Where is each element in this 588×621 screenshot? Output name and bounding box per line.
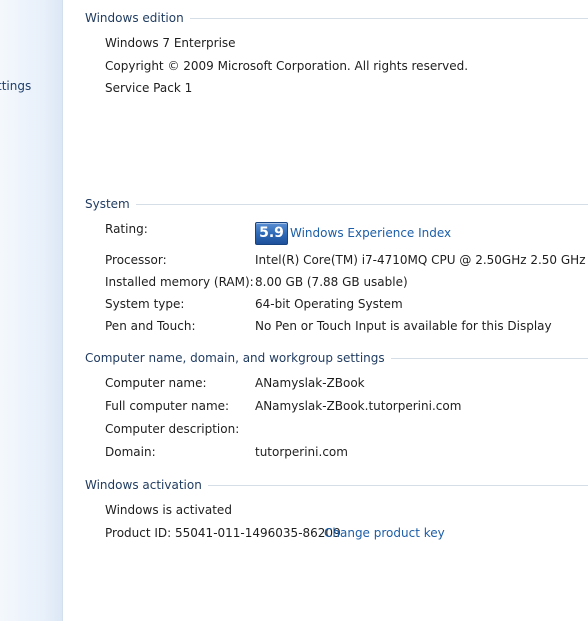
processor-label: Processor:: [105, 253, 167, 267]
memory-value: 8.00 GB (7.88 GB usable): [255, 275, 408, 289]
sidebar-link-settings[interactable]: ttings: [0, 79, 31, 93]
computer-description-label: Computer description:: [105, 422, 240, 436]
memory-label: Installed memory (RAM):: [105, 275, 254, 289]
experience-index-badge[interactable]: 5.9: [255, 222, 288, 245]
windows-experience-index-link[interactable]: Windows Experience Index: [290, 226, 451, 240]
activation-status: Windows is activated: [105, 503, 232, 517]
computer-name-label: Computer name:: [105, 376, 207, 390]
section-divider: [390, 358, 588, 359]
edition-name: Windows 7 Enterprise: [105, 36, 236, 50]
service-pack: Service Pack 1: [105, 81, 193, 95]
product-id: Product ID: 55041-011-1496035-86209: [105, 526, 341, 540]
pen-touch-label: Pen and Touch:: [105, 319, 196, 333]
system-type-label: System type:: [105, 297, 185, 311]
section-title: System: [85, 197, 130, 211]
section-header-windows-activation: Windows activation: [85, 477, 588, 493]
section-header-system: System: [85, 196, 588, 212]
rating-label: Rating:: [105, 222, 148, 236]
domain-value: tutorperini.com: [255, 445, 348, 459]
full-computer-name-value: ANamyslak-ZBook.tutorperini.com: [255, 399, 462, 413]
section-title: Windows activation: [85, 478, 202, 492]
section-header-computer-name: Computer name, domain, and workgroup set…: [85, 350, 588, 366]
change-product-key-link[interactable]: Change product key: [324, 526, 445, 540]
section-header-windows-edition: Windows edition: [85, 10, 588, 26]
section-divider: [135, 204, 588, 205]
left-task-pane: ttings: [0, 0, 63, 621]
section-title: Computer name, domain, and workgroup set…: [85, 351, 385, 365]
section-title: Windows edition: [85, 11, 184, 25]
full-computer-name-label: Full computer name:: [105, 399, 230, 413]
computer-name-value: ANamyslak-ZBook: [255, 376, 365, 390]
pen-touch-value: No Pen or Touch Input is available for t…: [255, 319, 552, 333]
copyright-text: Copyright © 2009 Microsoft Corporation. …: [105, 59, 469, 73]
section-divider: [189, 18, 588, 19]
system-type-value: 64-bit Operating System: [255, 297, 403, 311]
processor-value: Intel(R) Core(TM) i7-4710MQ CPU @ 2.50GH…: [255, 253, 586, 267]
section-divider: [207, 485, 588, 486]
domain-label: Domain:: [105, 445, 156, 459]
